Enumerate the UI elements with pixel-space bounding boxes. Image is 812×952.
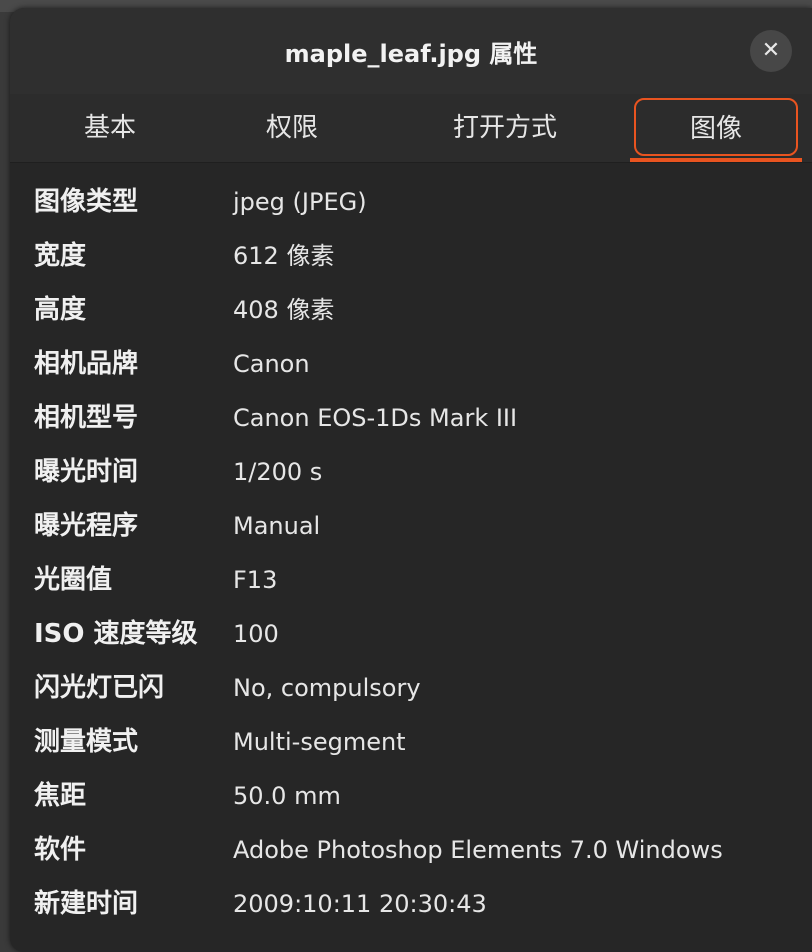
property-value: F13 (233, 566, 278, 594)
property-row-camera-model: 相机型号 Canon EOS-1Ds Mark III (10, 391, 812, 445)
property-value: Multi-segment (233, 728, 406, 756)
property-label: 高度 (34, 295, 87, 325)
property-row-metering-mode: 测量模式 Multi-segment (10, 715, 812, 769)
property-value: 1/200 s (233, 458, 323, 486)
property-row-exposure-time: 曝光时间 1/200 s (10, 445, 812, 499)
tab-permissions[interactable]: 权限 (222, 94, 362, 162)
property-row-width: 宽度 612 像素 (10, 229, 812, 283)
property-value: Adobe Photoshop Elements 7.0 Windows (233, 836, 723, 864)
close-button[interactable]: ✕ (750, 30, 792, 72)
property-label: 焦距 (34, 781, 87, 811)
tab-basic[interactable]: 基本 (40, 94, 180, 162)
property-row-software: 软件 Adobe Photoshop Elements 7.0 Windows (10, 823, 812, 877)
property-value: 50.0 mm (233, 782, 341, 810)
close-icon: ✕ (761, 38, 781, 63)
property-label: 曝光程序 (34, 511, 139, 541)
properties-dialog: maple_leaf.jpg 属性 ✕ 基本 权限 打开方式 图像 图像类型 j… (10, 8, 812, 952)
property-label: 新建时间 (34, 889, 139, 919)
dialog-title: maple_leaf.jpg 属性 (284, 40, 538, 68)
property-value: No, compulsory (233, 674, 421, 702)
property-label: 曝光时间 (34, 457, 139, 487)
property-value: Canon EOS-1Ds Mark III (233, 404, 518, 432)
tab-open-with[interactable]: 打开方式 (420, 94, 590, 162)
property-value: 2009:10:11 20:30:43 (233, 890, 487, 918)
property-row-image-type: 图像类型 jpeg (JPEG) (10, 175, 812, 229)
property-value: Manual (233, 512, 321, 540)
property-value: 408 像素 (233, 296, 335, 324)
property-label: 闪光灯已闪 (34, 673, 165, 703)
property-value: 612 像素 (233, 242, 335, 270)
image-properties-panel: 图像类型 jpeg (JPEG) 宽度 612 像素 高度 408 像素 相机品… (10, 163, 812, 952)
property-value: Canon (233, 350, 310, 378)
property-row-focal-length: 焦距 50.0 mm (10, 769, 812, 823)
property-row-created: 新建时间 2009:10:11 20:30:43 (10, 877, 812, 931)
titlebar: maple_leaf.jpg 属性 ✕ (10, 8, 812, 94)
selected-tab-indicator (630, 158, 802, 162)
property-value: jpeg (JPEG) (233, 188, 367, 216)
tab-bar: 基本 权限 打开方式 图像 (10, 94, 812, 163)
property-row-exposure-program: 曝光程序 Manual (10, 499, 812, 553)
property-row-height: 高度 408 像素 (10, 283, 812, 337)
property-label: 图像类型 (34, 187, 139, 217)
property-row-aperture: 光圈值 F13 (10, 553, 812, 607)
tab-image[interactable]: 图像 (634, 98, 798, 156)
property-label: 光圈值 (34, 565, 113, 595)
property-label: 测量模式 (34, 727, 139, 757)
property-label: 软件 (34, 835, 87, 865)
property-row-camera-make: 相机品牌 Canon (10, 337, 812, 391)
property-label: ISO 速度等级 (34, 619, 198, 649)
property-row-flash: 闪光灯已闪 No, compulsory (10, 661, 812, 715)
property-row-iso: ISO 速度等级 100 (10, 607, 812, 661)
property-value: 100 (233, 620, 279, 648)
property-label: 相机品牌 (34, 349, 139, 379)
property-label: 宽度 (34, 241, 87, 271)
property-label: 相机型号 (34, 403, 139, 433)
